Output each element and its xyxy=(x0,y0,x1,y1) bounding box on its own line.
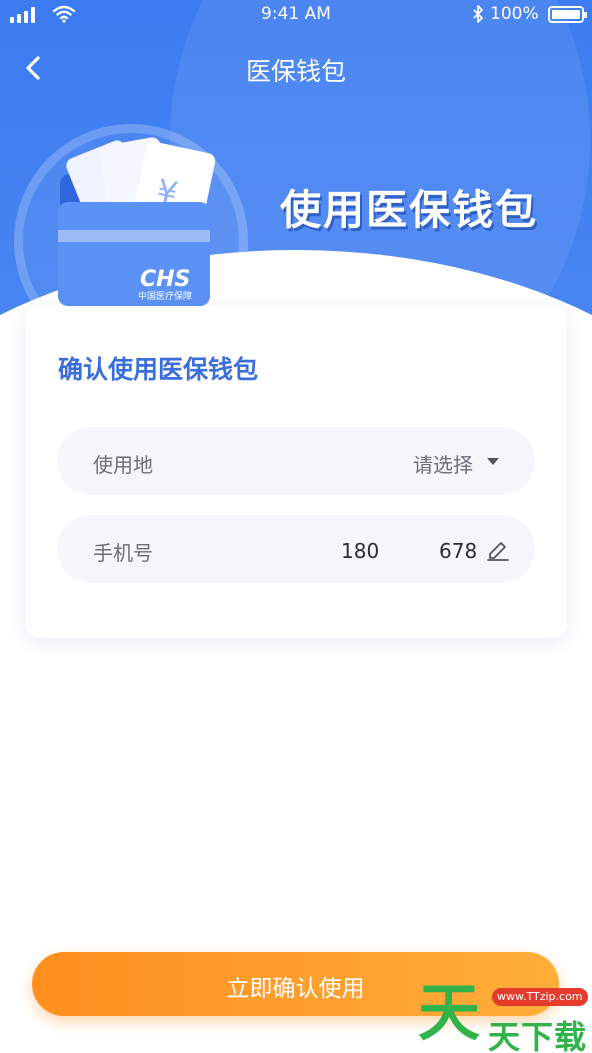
watermark-logo: 天 www.TTzip.com 天下载 xyxy=(418,976,588,1053)
caret-down-icon xyxy=(487,458,499,465)
medical-wallet-logo: ¥ CHS 中国医疗保障 xyxy=(58,137,216,306)
watermark-badge: www.TTzip.com xyxy=(492,988,588,1006)
phone-label: 手机号 xyxy=(93,541,153,565)
battery-percentage: 100% xyxy=(490,4,539,24)
confirm-card: 确认使用医保钱包 使用地 请选择 手机号 180 678 xyxy=(25,306,567,638)
logo-chs-text: CHS xyxy=(140,267,190,292)
bluetooth-icon xyxy=(473,5,483,23)
location-selector[interactable]: 使用地 请选择 xyxy=(57,427,535,495)
phone-field[interactable]: 手机号 180 678 xyxy=(57,515,535,583)
hero-title: 使用医保钱包 xyxy=(280,186,538,234)
nav-bar: 医保钱包 xyxy=(0,40,592,96)
phone-value-suffix: 678 xyxy=(439,539,478,563)
phone-value-prefix: 180 xyxy=(341,539,380,563)
location-placeholder: 请选择 xyxy=(413,453,473,477)
card-title: 确认使用医保钱包 xyxy=(58,355,259,384)
chevron-left-icon[interactable] xyxy=(14,48,54,88)
watermark-text: 天下载 xyxy=(488,1018,588,1053)
status-bar: 9:41 AM 100% xyxy=(0,0,592,30)
page-title: 医保钱包 xyxy=(245,57,346,86)
watermark-big-char: 天 xyxy=(418,976,481,1049)
edit-pencil-icon[interactable] xyxy=(485,536,511,562)
battery-icon xyxy=(548,6,587,23)
location-label: 使用地 xyxy=(93,453,153,477)
logo-subtext: 中国医疗保障 xyxy=(138,290,192,302)
